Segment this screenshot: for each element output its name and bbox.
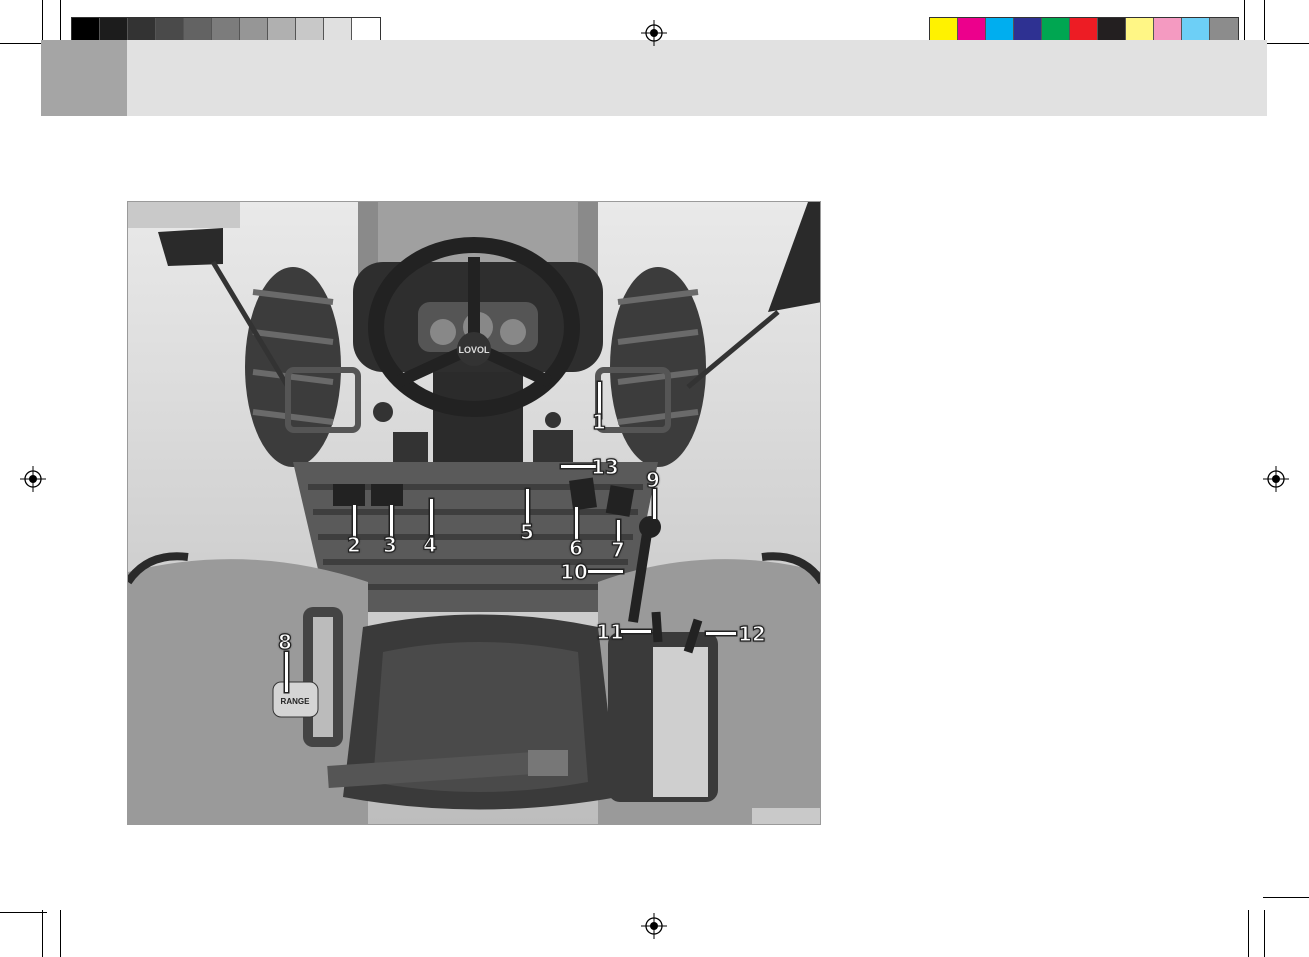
header-tab [41,40,127,116]
crop-mark [0,43,47,44]
crop-mark [1248,910,1249,957]
callout-7: 7 [610,538,625,562]
callout-1: 1 [591,410,606,434]
operator-station-photo: LOVOL RANGE 1 2 3 4 5 6 7 8 9 10 11 12 1… [127,201,821,825]
callout-4: 4 [422,533,437,557]
tractor-illustration: LOVOL RANGE [128,202,820,824]
callout-leader [588,570,623,573]
callout-leader [706,632,736,635]
header-band [41,40,1267,116]
callout-5: 5 [519,520,534,544]
callout-13: 13 [590,455,619,479]
callout-leader [621,630,651,633]
callout-8: 8 [277,630,292,654]
registration-mark-icon [641,913,667,939]
crop-mark [42,910,43,957]
callout-12: 12 [737,622,766,646]
callout-2: 2 [346,533,361,557]
callout-11: 11 [595,620,624,644]
crop-mark [0,912,47,913]
crop-mark [1263,897,1309,898]
callout-6: 6 [568,536,583,560]
callout-leader [430,499,433,535]
registration-mark-icon [641,20,667,46]
callout-10: 10 [559,560,588,584]
range-lever-label: RANGE [281,697,311,706]
crop-mark [1263,43,1309,44]
callout-leader [653,489,656,519]
crop-mark [1264,910,1265,957]
steering-logo: LOVOL [459,345,491,355]
photo-tag [128,202,240,228]
registration-mark-icon [1263,466,1289,492]
photo-tag [752,808,820,824]
callout-leader [526,489,529,524]
callout-3: 3 [382,533,397,557]
callout-9: 9 [645,468,660,492]
callout-leader [285,652,288,692]
crop-mark [60,910,61,957]
registration-mark-icon [20,466,46,492]
